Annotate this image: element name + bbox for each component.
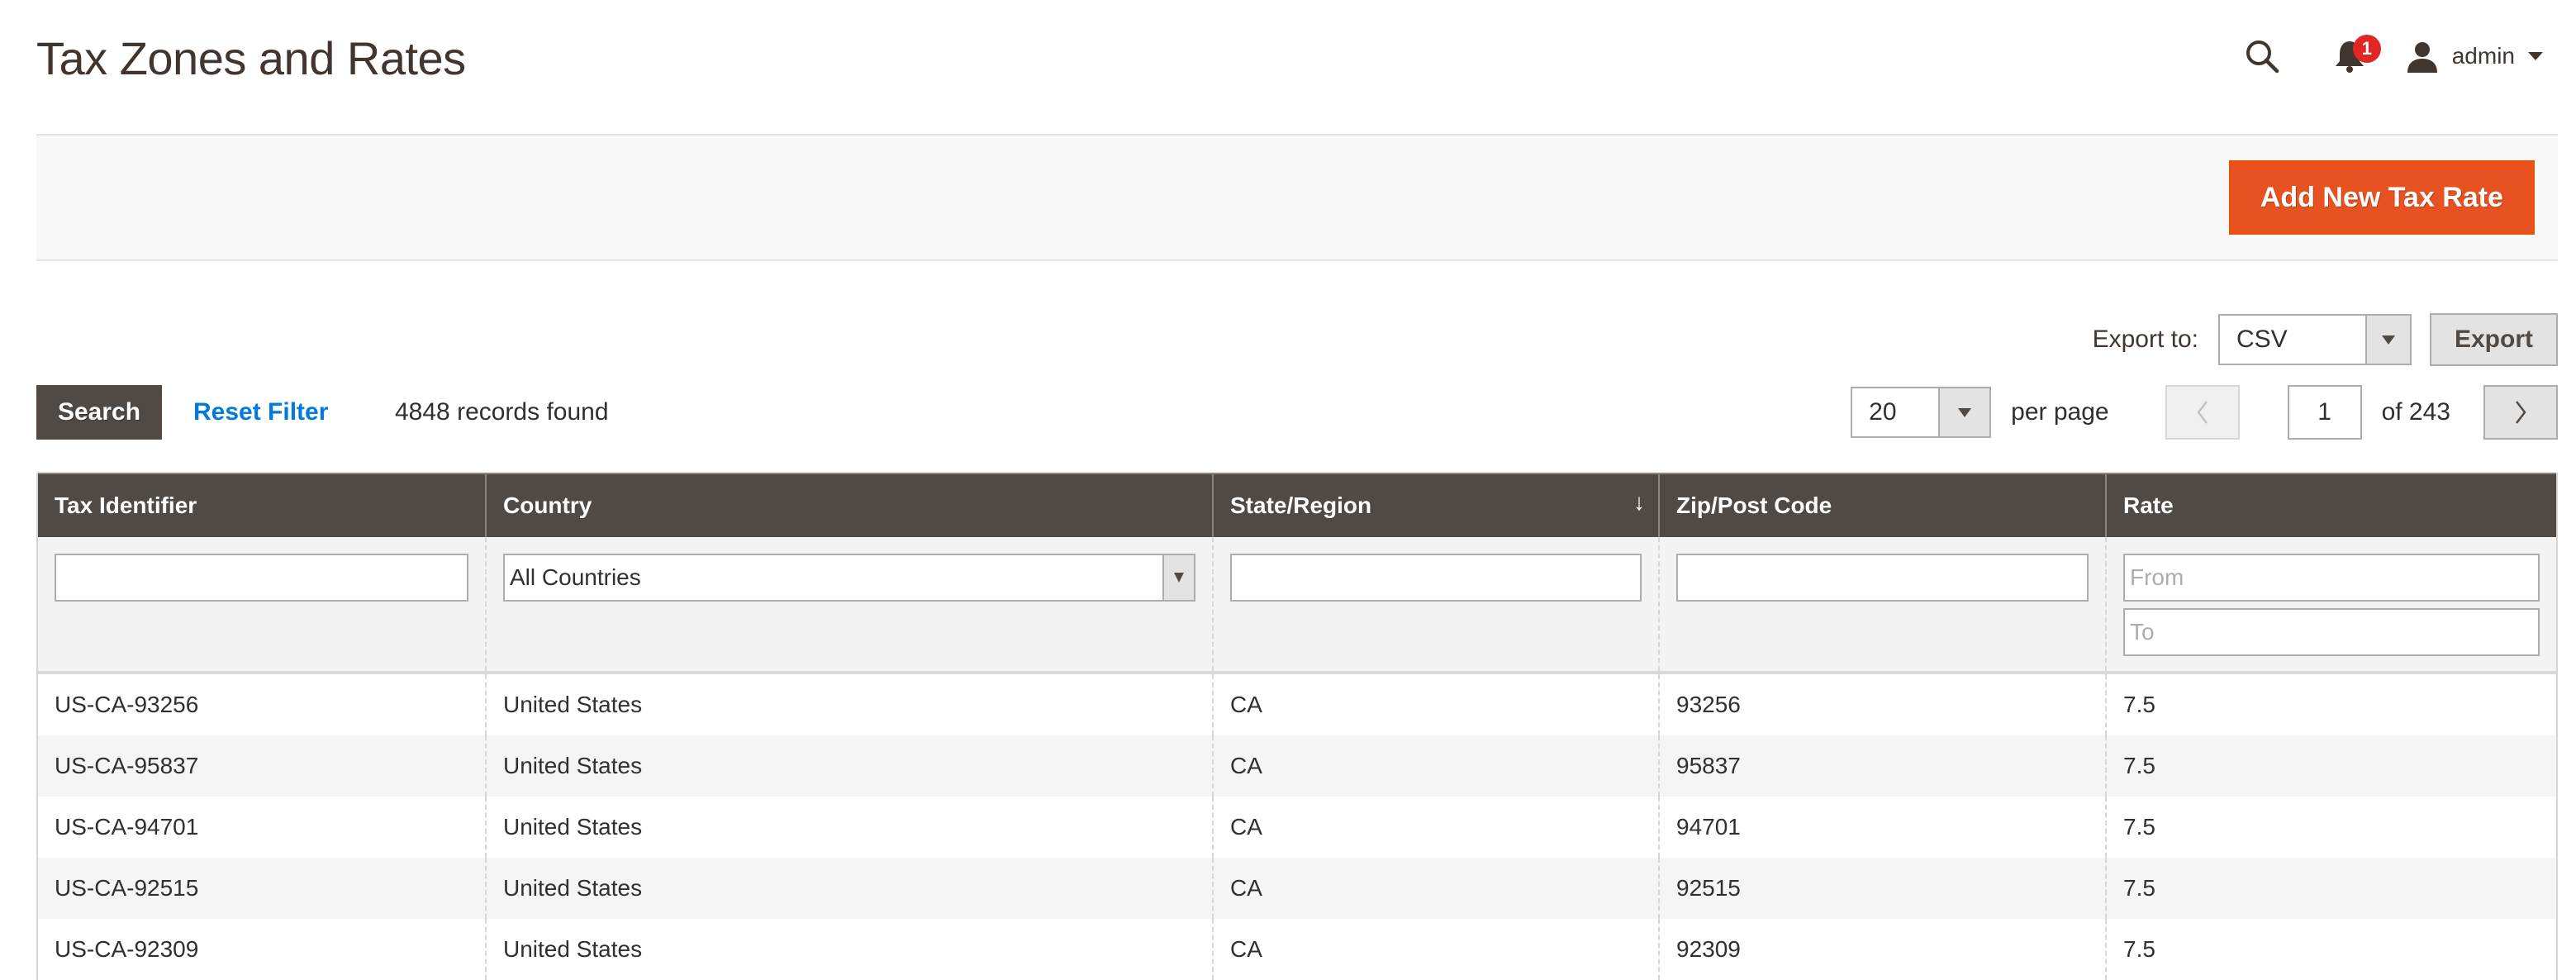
tax-identifier-filter-input[interactable] bbox=[55, 554, 468, 602]
column-header-country[interactable]: Country bbox=[485, 474, 1212, 537]
reset-filter-link[interactable]: Reset Filter bbox=[193, 385, 328, 440]
page-actions-bar: Add New Tax Rate bbox=[36, 134, 2558, 261]
column-header-zip-post-code[interactable]: Zip/Post Code bbox=[1658, 474, 2105, 537]
cell-country: United States bbox=[485, 858, 1212, 919]
table-row[interactable]: US-CA-92309 United States CA 92309 7.5 bbox=[38, 919, 2556, 980]
previous-page-button[interactable] bbox=[2165, 385, 2240, 440]
dropdown-arrow-icon bbox=[2365, 316, 2410, 364]
cell-country: United States bbox=[485, 674, 1212, 735]
cell-zip: 94701 bbox=[1658, 797, 2105, 858]
chevron-left-icon bbox=[2197, 401, 2208, 424]
cell-state-region: CA bbox=[1212, 797, 1658, 858]
tax-rates-grid: Tax Identifier Country State/Region ↓ Zip… bbox=[36, 473, 2558, 980]
cell-state-region: CA bbox=[1212, 919, 1658, 980]
user-name: admin bbox=[2451, 43, 2515, 69]
cell-tax-identifier: US-CA-95837 bbox=[55, 753, 199, 778]
cell-zip: 92309 bbox=[1658, 919, 2105, 980]
header-actions: 1 admin bbox=[2239, 33, 2543, 79]
rate-to-input[interactable]: To bbox=[2123, 608, 2540, 656]
notifications-badge: 1 bbox=[2352, 35, 2381, 63]
column-header-rate[interactable]: Rate bbox=[2105, 474, 2556, 537]
table-row[interactable]: US-CA-95837 United States CA 95837 7.5 bbox=[38, 735, 2556, 797]
country-filter-select[interactable]: All Countries bbox=[503, 554, 1195, 602]
global-search-button[interactable] bbox=[2239, 33, 2285, 79]
add-new-tax-rate-button[interactable]: Add New Tax Rate bbox=[2228, 160, 2535, 235]
notifications-button[interactable]: 1 bbox=[2326, 33, 2381, 79]
user-icon bbox=[2407, 42, 2437, 73]
column-header-tax-identifier[interactable]: Tax Identifier bbox=[38, 474, 485, 537]
table-row[interactable]: US-CA-92515 United States CA 92515 7.5 bbox=[38, 858, 2556, 919]
cell-state-region: CA bbox=[1212, 858, 1658, 919]
cell-rate: 7.5 bbox=[2105, 674, 2556, 735]
per-page-value: 20 bbox=[1869, 398, 1897, 426]
search-icon bbox=[2246, 40, 2279, 74]
cell-state-region: CA bbox=[1212, 735, 1658, 797]
column-header-state-region[interactable]: State/Region ↓ bbox=[1212, 474, 1658, 537]
per-page-label: per page bbox=[2011, 398, 2109, 426]
filter-row: All Countries From To bbox=[38, 537, 2556, 674]
cell-country: United States bbox=[485, 735, 1212, 797]
export-format-select[interactable]: CSV bbox=[2217, 314, 2412, 365]
zip-filter-input[interactable] bbox=[1676, 554, 2089, 602]
table-row[interactable]: US-CA-93256 United States CA 93256 7.5 bbox=[38, 674, 2556, 735]
cell-state-region: CA bbox=[1212, 674, 1658, 735]
cell-tax-identifier: US-CA-93256 bbox=[55, 692, 199, 717]
export-format-value: CSV bbox=[2236, 326, 2288, 353]
page-title: Tax Zones and Rates bbox=[36, 32, 466, 84]
cell-rate: 7.5 bbox=[2105, 919, 2556, 980]
cell-tax-identifier: US-CA-92515 bbox=[55, 875, 199, 901]
grid-body: US-CA-93256 United States CA 93256 7.5 U… bbox=[38, 674, 2556, 980]
pager: 20 per page 1 of 243 bbox=[1851, 385, 2558, 440]
export-button[interactable]: Export bbox=[2429, 313, 2558, 366]
country-filter-value: All Countries bbox=[510, 564, 641, 590]
cell-country: United States bbox=[485, 797, 1212, 858]
cell-tax-identifier: US-CA-92309 bbox=[55, 936, 199, 962]
per-page-select[interactable]: 20 bbox=[1851, 387, 1992, 438]
search-button[interactable]: Search bbox=[36, 385, 162, 440]
cell-rate: 7.5 bbox=[2105, 858, 2556, 919]
cell-country: United States bbox=[485, 919, 1212, 980]
export-label: Export to: bbox=[2092, 326, 2198, 353]
dropdown-arrow-icon bbox=[1162, 555, 1194, 600]
dropdown-arrow-icon bbox=[1938, 388, 1990, 436]
total-pages: of 243 bbox=[2381, 398, 2450, 426]
cell-tax-identifier: US-CA-94701 bbox=[55, 814, 199, 840]
grid-toolbar: Search Reset Filter 4848 records found 2… bbox=[36, 385, 2558, 440]
rate-from-input[interactable]: From bbox=[2123, 554, 2540, 602]
cell-rate: 7.5 bbox=[2105, 797, 2556, 858]
cell-zip: 92515 bbox=[1658, 858, 2105, 919]
cell-rate: 7.5 bbox=[2105, 735, 2556, 797]
export-controls: Export to: CSV Export bbox=[2092, 313, 2558, 366]
records-count: 4848 records found bbox=[395, 398, 609, 426]
chevron-down-icon bbox=[2528, 52, 2543, 60]
next-page-button[interactable] bbox=[2483, 385, 2558, 440]
cell-zip: 93256 bbox=[1658, 674, 2105, 735]
table-row[interactable]: US-CA-94701 United States CA 94701 7.5 bbox=[38, 797, 2556, 858]
user-menu[interactable]: admin bbox=[2406, 40, 2543, 73]
sort-descending-icon: ↓ bbox=[1633, 489, 1645, 515]
chevron-right-icon bbox=[2516, 401, 2526, 424]
grid-header-row: Tax Identifier Country State/Region ↓ Zip… bbox=[38, 473, 2556, 537]
state-region-filter-input[interactable] bbox=[1230, 554, 1642, 602]
cell-zip: 95837 bbox=[1658, 735, 2105, 797]
current-page-input[interactable]: 1 bbox=[2287, 385, 2362, 440]
